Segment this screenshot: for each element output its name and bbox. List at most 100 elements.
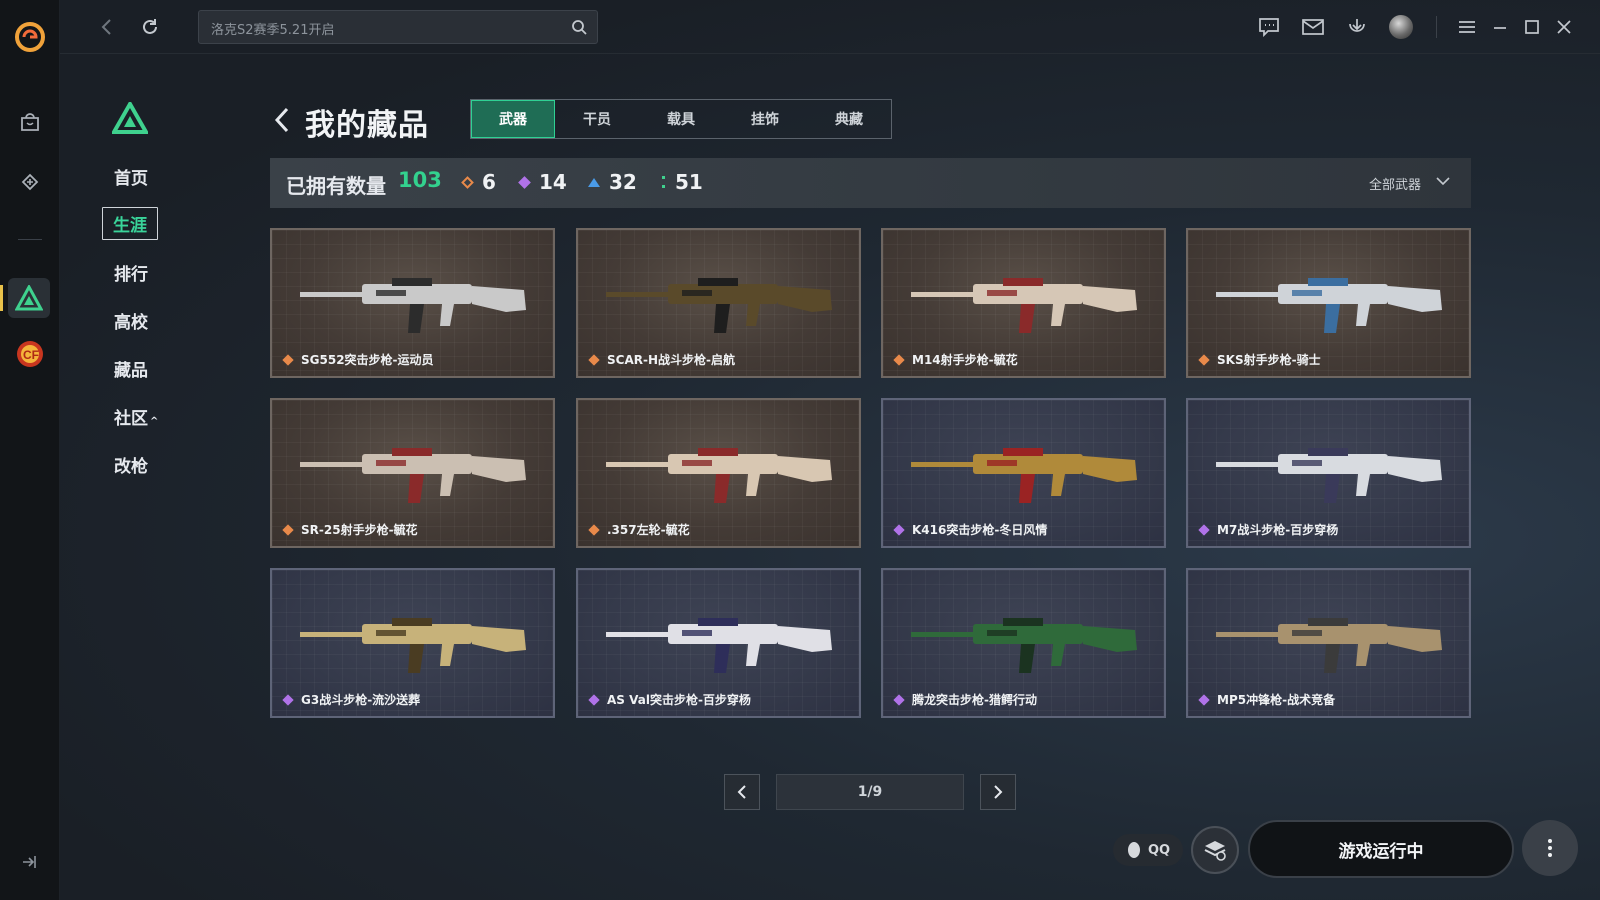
menu-item-community-label: 社区 <box>114 409 148 429</box>
avatar <box>1389 15 1413 39</box>
delta-force-logo-icon <box>112 102 148 134</box>
weapon-card-name: AS Val突击步枪-百步穿杨 <box>588 691 751 708</box>
weapon-card-name: K416突击步枪-冬日风情 <box>893 521 1047 538</box>
rarity-diamond-icon <box>282 353 294 366</box>
rarity-diamond-icon <box>282 693 294 706</box>
menu-item-ranking[interactable]: 排行 <box>114 260 148 285</box>
menu-item-collection[interactable]: 藏品 <box>114 356 148 381</box>
ownership-stats-bar: 已拥有数量 103 6 14 32 51 全部武器 <box>270 158 1471 208</box>
tab-charms[interactable]: 挂饰 <box>723 100 807 138</box>
app-logo-icon[interactable] <box>15 22 45 52</box>
weapon-filter-dropdown[interactable]: 全部武器 <box>1369 174 1421 193</box>
search-placeholder: 洛克S2赛季5.21开启 <box>211 23 335 38</box>
weapon-card[interactable]: M14射手步枪-毓花 <box>881 228 1166 378</box>
game-add-icon[interactable] <box>16 168 44 196</box>
weapon-name-text: MP5冲锋枪-战术竞备 <box>1217 693 1336 707</box>
menu-icon[interactable] <box>1455 15 1479 39</box>
rarity-diamond-icon <box>1198 693 1210 706</box>
rarity-count-green: 51 <box>662 170 703 194</box>
weapon-image <box>606 278 832 333</box>
qq-label: QQ <box>1147 842 1171 858</box>
rarity-count-purple: 14 <box>518 170 567 194</box>
rarity-diamond-icon <box>588 693 600 706</box>
weapon-image <box>1216 448 1442 503</box>
weapon-image <box>606 448 832 503</box>
next-page-button[interactable] <box>980 774 1016 810</box>
qq-button[interactable]: QQ <box>1113 834 1183 866</box>
weapon-image <box>1216 278 1442 333</box>
tab-vehicles[interactable]: 载具 <box>639 100 723 138</box>
chevron-down-icon[interactable] <box>1435 173 1451 189</box>
menu-item-gunsmith[interactable]: 改枪 <box>114 452 148 477</box>
tab-operators[interactable]: 干员 <box>555 100 639 138</box>
more-options-button[interactable] <box>1522 820 1578 876</box>
close-icon[interactable] <box>1552 15 1576 39</box>
page-indicator: 1/9 <box>776 774 964 810</box>
rarity-diamond-icon <box>893 353 905 366</box>
menu-item-home[interactable]: 首页 <box>114 164 148 189</box>
mail-icon[interactable] <box>1301 15 1325 39</box>
back-nav-icon[interactable] <box>96 16 118 38</box>
rarity-diamond-icon <box>588 353 600 366</box>
weapon-card[interactable]: AS Val突击步枪-百步穿杨 <box>576 568 861 718</box>
weapon-card[interactable]: SKS射手步枪-骑士 <box>1186 228 1471 378</box>
weapon-card[interactable]: SG552突击步枪-运动员 <box>270 228 555 378</box>
rarity-orange-count: 6 <box>482 170 496 194</box>
blue-triangle-icon <box>588 177 600 187</box>
weapon-card-name: 腾龙突击步枪-猎鳄行动 <box>893 691 1037 708</box>
weapon-image <box>911 278 1137 333</box>
weapon-card[interactable]: M7战斗步枪-百步穿杨 <box>1186 398 1471 548</box>
search-icon[interactable] <box>571 19 587 35</box>
store-bag-icon[interactable] <box>16 108 44 136</box>
weapon-card-name: .357左轮-毓花 <box>588 521 690 538</box>
weapon-image <box>300 448 526 503</box>
back-arrow-icon[interactable] <box>272 106 292 134</box>
rarity-diamond-icon <box>1198 523 1210 536</box>
weapon-card[interactable]: MP5冲锋枪-战术竞备 <box>1186 568 1471 718</box>
refresh-icon[interactable] <box>139 16 161 38</box>
weapon-card[interactable]: .357左轮-毓花 <box>576 398 861 548</box>
game-settings-button[interactable] <box>1191 826 1239 874</box>
user-avatar[interactable] <box>1389 15 1413 39</box>
rail-divider <box>18 239 42 240</box>
tab-collectibles[interactable]: 典藏 <box>807 100 891 138</box>
rarity-purple-count: 14 <box>539 170 567 194</box>
game-running-button[interactable]: 游戏运行中 <box>1248 820 1514 878</box>
menu-item-college[interactable]: 高校 <box>114 308 148 333</box>
chat-icon[interactable] <box>1257 15 1281 39</box>
weapon-name-text: .357左轮-毓花 <box>607 523 690 537</box>
weapon-card-name: G3战斗步枪-流沙送葬 <box>282 691 420 708</box>
layers-icon <box>1204 841 1226 861</box>
weapon-card-name: SR-25射手步枪-毓花 <box>282 521 418 538</box>
topbar-divider <box>1436 16 1437 38</box>
owned-count-total: 103 <box>398 168 442 192</box>
delta-force-game-icon[interactable] <box>15 284 43 312</box>
rail-active-marker <box>0 285 3 311</box>
menu-item-community[interactable]: 社区 ^ <box>114 404 158 429</box>
minimize-icon[interactable] <box>1488 15 1512 39</box>
weapon-name-text: M14射手步枪-毓花 <box>912 353 1018 367</box>
weapon-card[interactable]: SR-25射手步枪-毓花 <box>270 398 555 548</box>
download-icon[interactable] <box>1345 15 1369 39</box>
search-input[interactable]: 洛克S2赛季5.21开启 <box>198 10 598 44</box>
crossfire-game-icon[interactable]: CF <box>16 340 44 368</box>
weapon-image <box>911 448 1137 503</box>
maximize-icon[interactable] <box>1520 15 1544 39</box>
app-rail: CF <box>0 0 60 900</box>
menu-item-career[interactable]: 生涯 <box>102 207 158 240</box>
weapon-card[interactable]: SCAR-H战斗步枪-启航 <box>576 228 861 378</box>
weapon-name-text: SCAR-H战斗步枪-启航 <box>607 353 735 367</box>
category-tabs: 武器 干员 载具 挂饰 典藏 <box>470 99 892 139</box>
tab-weapons[interactable]: 武器 <box>471 100 555 138</box>
weapon-card[interactable]: K416突击步枪-冬日风情 <box>881 398 1166 548</box>
prev-page-button[interactable] <box>724 774 760 810</box>
weapon-card-name: MP5冲锋枪-战术竞备 <box>1198 691 1336 708</box>
weapon-card[interactable]: G3战斗步枪-流沙送葬 <box>270 568 555 718</box>
weapon-card[interactable]: 腾龙突击步枪-猎鳄行动 <box>881 568 1166 718</box>
weapon-name-text: SR-25射手步枪-毓花 <box>301 523 418 537</box>
weapon-name-text: SKS射手步枪-骑士 <box>1217 353 1321 367</box>
weapon-image <box>1216 618 1442 673</box>
weapon-card-name: M14射手步枪-毓花 <box>893 351 1018 368</box>
orange-diamond-icon <box>461 175 474 189</box>
expand-rail-icon[interactable] <box>19 852 39 872</box>
